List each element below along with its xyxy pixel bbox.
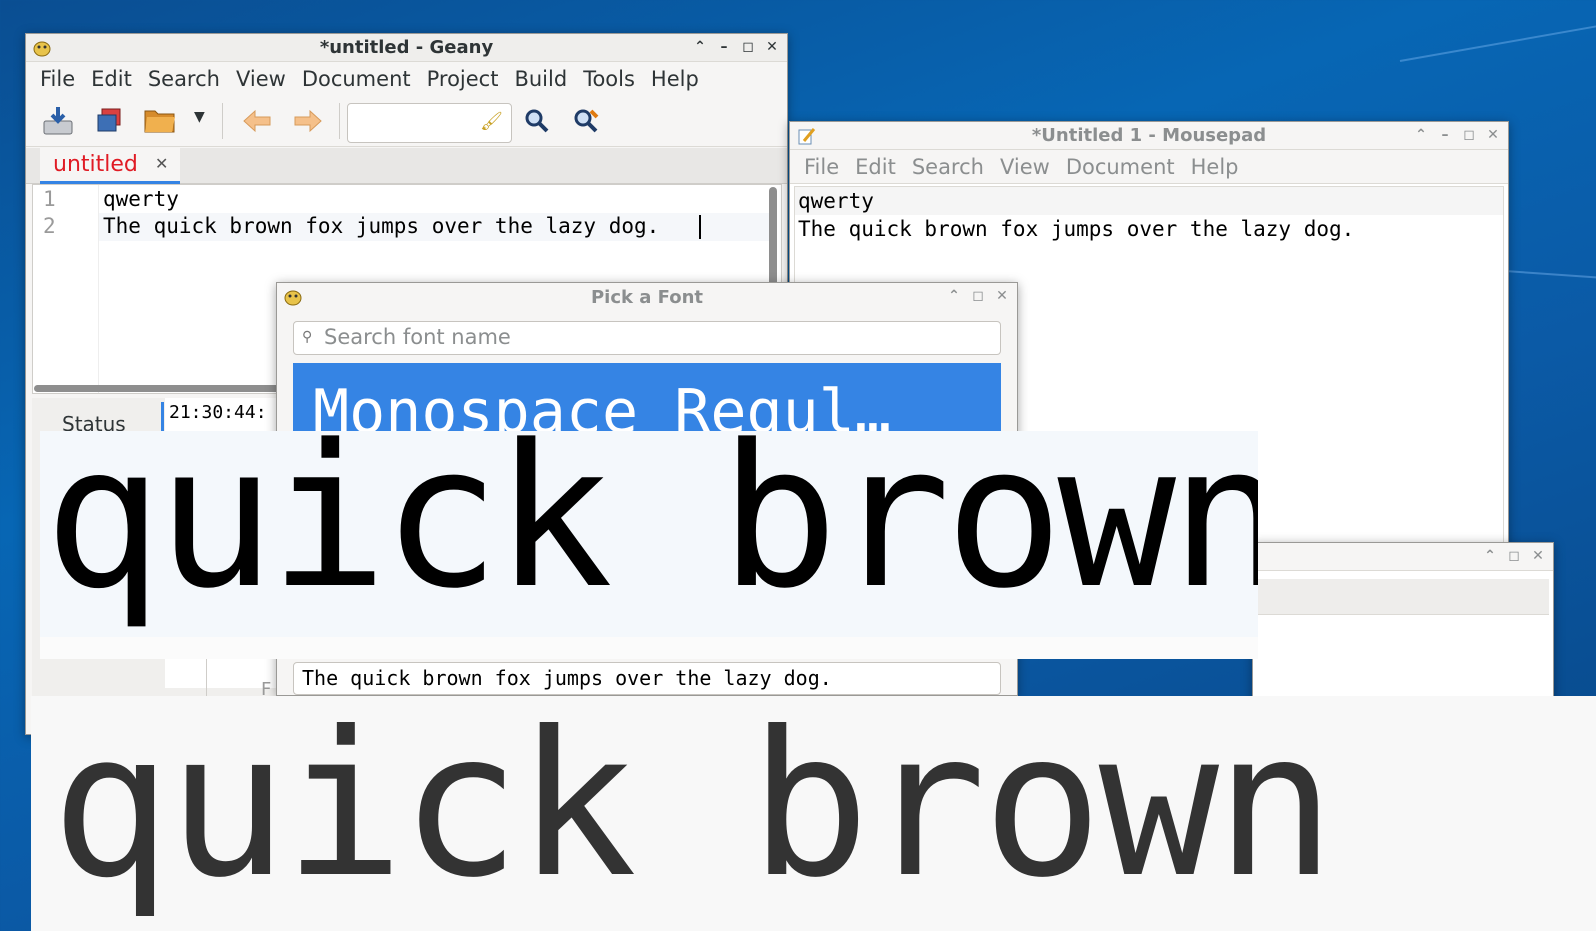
menu-view[interactable]: View: [992, 155, 1058, 179]
geany-menubar: File Edit Search View Document Project B…: [26, 62, 787, 96]
font-list-selected-row[interactable]: Monospace Regul…: [293, 363, 1001, 433]
code-line: The quick brown fox jumps over the lazy …: [798, 217, 1355, 241]
minimize-button[interactable]: –: [1436, 126, 1454, 144]
geany-toolbar: ▼ 🖌: [26, 97, 787, 147]
dialog-title: Pick a Font: [590, 286, 704, 308]
close-button[interactable]: ✕: [993, 287, 1011, 305]
zoom-panel-top: quick brown: [40, 431, 1258, 659]
goto-line-icon[interactable]: [573, 108, 601, 134]
mousepad-app-icon: [798, 128, 816, 145]
desktop-line: [1399, 18, 1596, 62]
minimize-button[interactable]: –: [715, 38, 733, 56]
zoom-panel-bottom: quick brown: [31, 696, 1596, 931]
text-cursor: [699, 215, 701, 239]
menu-edit[interactable]: Edit: [847, 155, 904, 179]
maximize-button[interactable]: ◻: [1460, 126, 1478, 144]
menu-project[interactable]: Project: [419, 67, 507, 91]
window-title: *untitled - Geany: [319, 37, 494, 58]
menu-edit[interactable]: Edit: [83, 67, 140, 91]
clear-broom-icon[interactable]: 🖌: [480, 111, 503, 132]
document-tabs: untitled ✕: [26, 148, 787, 184]
menu-search[interactable]: Search: [140, 67, 228, 91]
code-line: The quick brown fox jumps over the lazy …: [103, 214, 660, 238]
minimize-up-icon[interactable]: ⌃: [691, 38, 709, 56]
minimize-up-icon[interactable]: ⌃: [1412, 126, 1430, 144]
close-button[interactable]: ✕: [763, 38, 781, 56]
line-number-gutter: 1 2: [33, 185, 99, 393]
menu-view[interactable]: View: [228, 67, 294, 91]
preview-text: The quick brown fox jumps over the lazy …: [302, 666, 832, 690]
background-titlebar[interactable]: ⌃ ◻ ✕: [1253, 543, 1553, 571]
search-placeholder: Search font name: [324, 325, 511, 349]
magnified-text: quick brown: [51, 696, 1336, 922]
tab-untitled[interactable]: untitled ✕: [40, 148, 180, 184]
search-input[interactable]: 🖌: [347, 103, 512, 143]
line-number: 1: [43, 187, 56, 211]
minimize-up-icon[interactable]: ⌃: [1481, 547, 1499, 565]
tab-close-icon[interactable]: ✕: [155, 154, 168, 173]
geany-app-icon: [284, 290, 302, 306]
mousepad-menubar: File Edit Search View Document Help: [790, 150, 1508, 184]
selected-font-name: Monospace Regul…: [313, 377, 891, 433]
close-button[interactable]: ✕: [1484, 126, 1502, 144]
geany-app-icon: [33, 41, 51, 57]
menu-help[interactable]: Help: [643, 67, 707, 91]
open-folder-icon[interactable]: [142, 105, 178, 137]
minimize-up-icon[interactable]: ⌃: [945, 287, 963, 305]
line-number: 2: [43, 214, 56, 238]
window-title: *Untitled 1 - Mousepad: [1031, 125, 1267, 146]
code-line: qwerty: [103, 187, 179, 211]
save-all-icon[interactable]: [94, 107, 124, 135]
magnified-text: quick brown: [44, 431, 1258, 632]
save-icon[interactable]: [41, 105, 75, 137]
status-timestamp: 21:30:44:: [169, 402, 267, 423]
chevron-down-icon[interactable]: ▼: [194, 109, 205, 125]
back-arrow-icon[interactable]: [242, 109, 272, 133]
font-preview-entry[interactable]: The quick brown fox jumps over the lazy …: [293, 662, 1001, 695]
menu-file[interactable]: File: [32, 67, 83, 91]
maximize-button[interactable]: ◻: [739, 38, 757, 56]
close-button[interactable]: ✕: [1529, 547, 1547, 565]
desktop-line: [1504, 270, 1596, 279]
mousepad-titlebar[interactable]: *Untitled 1 - Mousepad ⌃ – ◻ ✕: [790, 122, 1508, 150]
search-icon[interactable]: [524, 108, 550, 134]
geany-titlebar[interactable]: *untitled - Geany ⌃ – ◻ ✕: [26, 34, 787, 62]
menu-tools[interactable]: Tools: [575, 67, 643, 91]
maximize-button[interactable]: ◻: [969, 287, 987, 305]
menu-build[interactable]: Build: [506, 67, 575, 91]
font-search-input[interactable]: ⚲ Search font name: [293, 321, 1001, 355]
search-icon: ⚲: [302, 329, 313, 345]
menu-document[interactable]: Document: [294, 67, 419, 91]
maximize-button[interactable]: ◻: [1505, 547, 1523, 565]
tab-label: untitled: [53, 152, 138, 177]
font-dialog-titlebar[interactable]: Pick a Font ⌃ ◻ ✕: [277, 283, 1017, 311]
menu-search[interactable]: Search: [904, 155, 992, 179]
menu-document[interactable]: Document: [1058, 155, 1183, 179]
code-line: qwerty: [798, 189, 874, 213]
menu-help[interactable]: Help: [1183, 155, 1247, 179]
menu-file[interactable]: File: [796, 155, 847, 179]
forward-arrow-icon[interactable]: [293, 109, 323, 133]
